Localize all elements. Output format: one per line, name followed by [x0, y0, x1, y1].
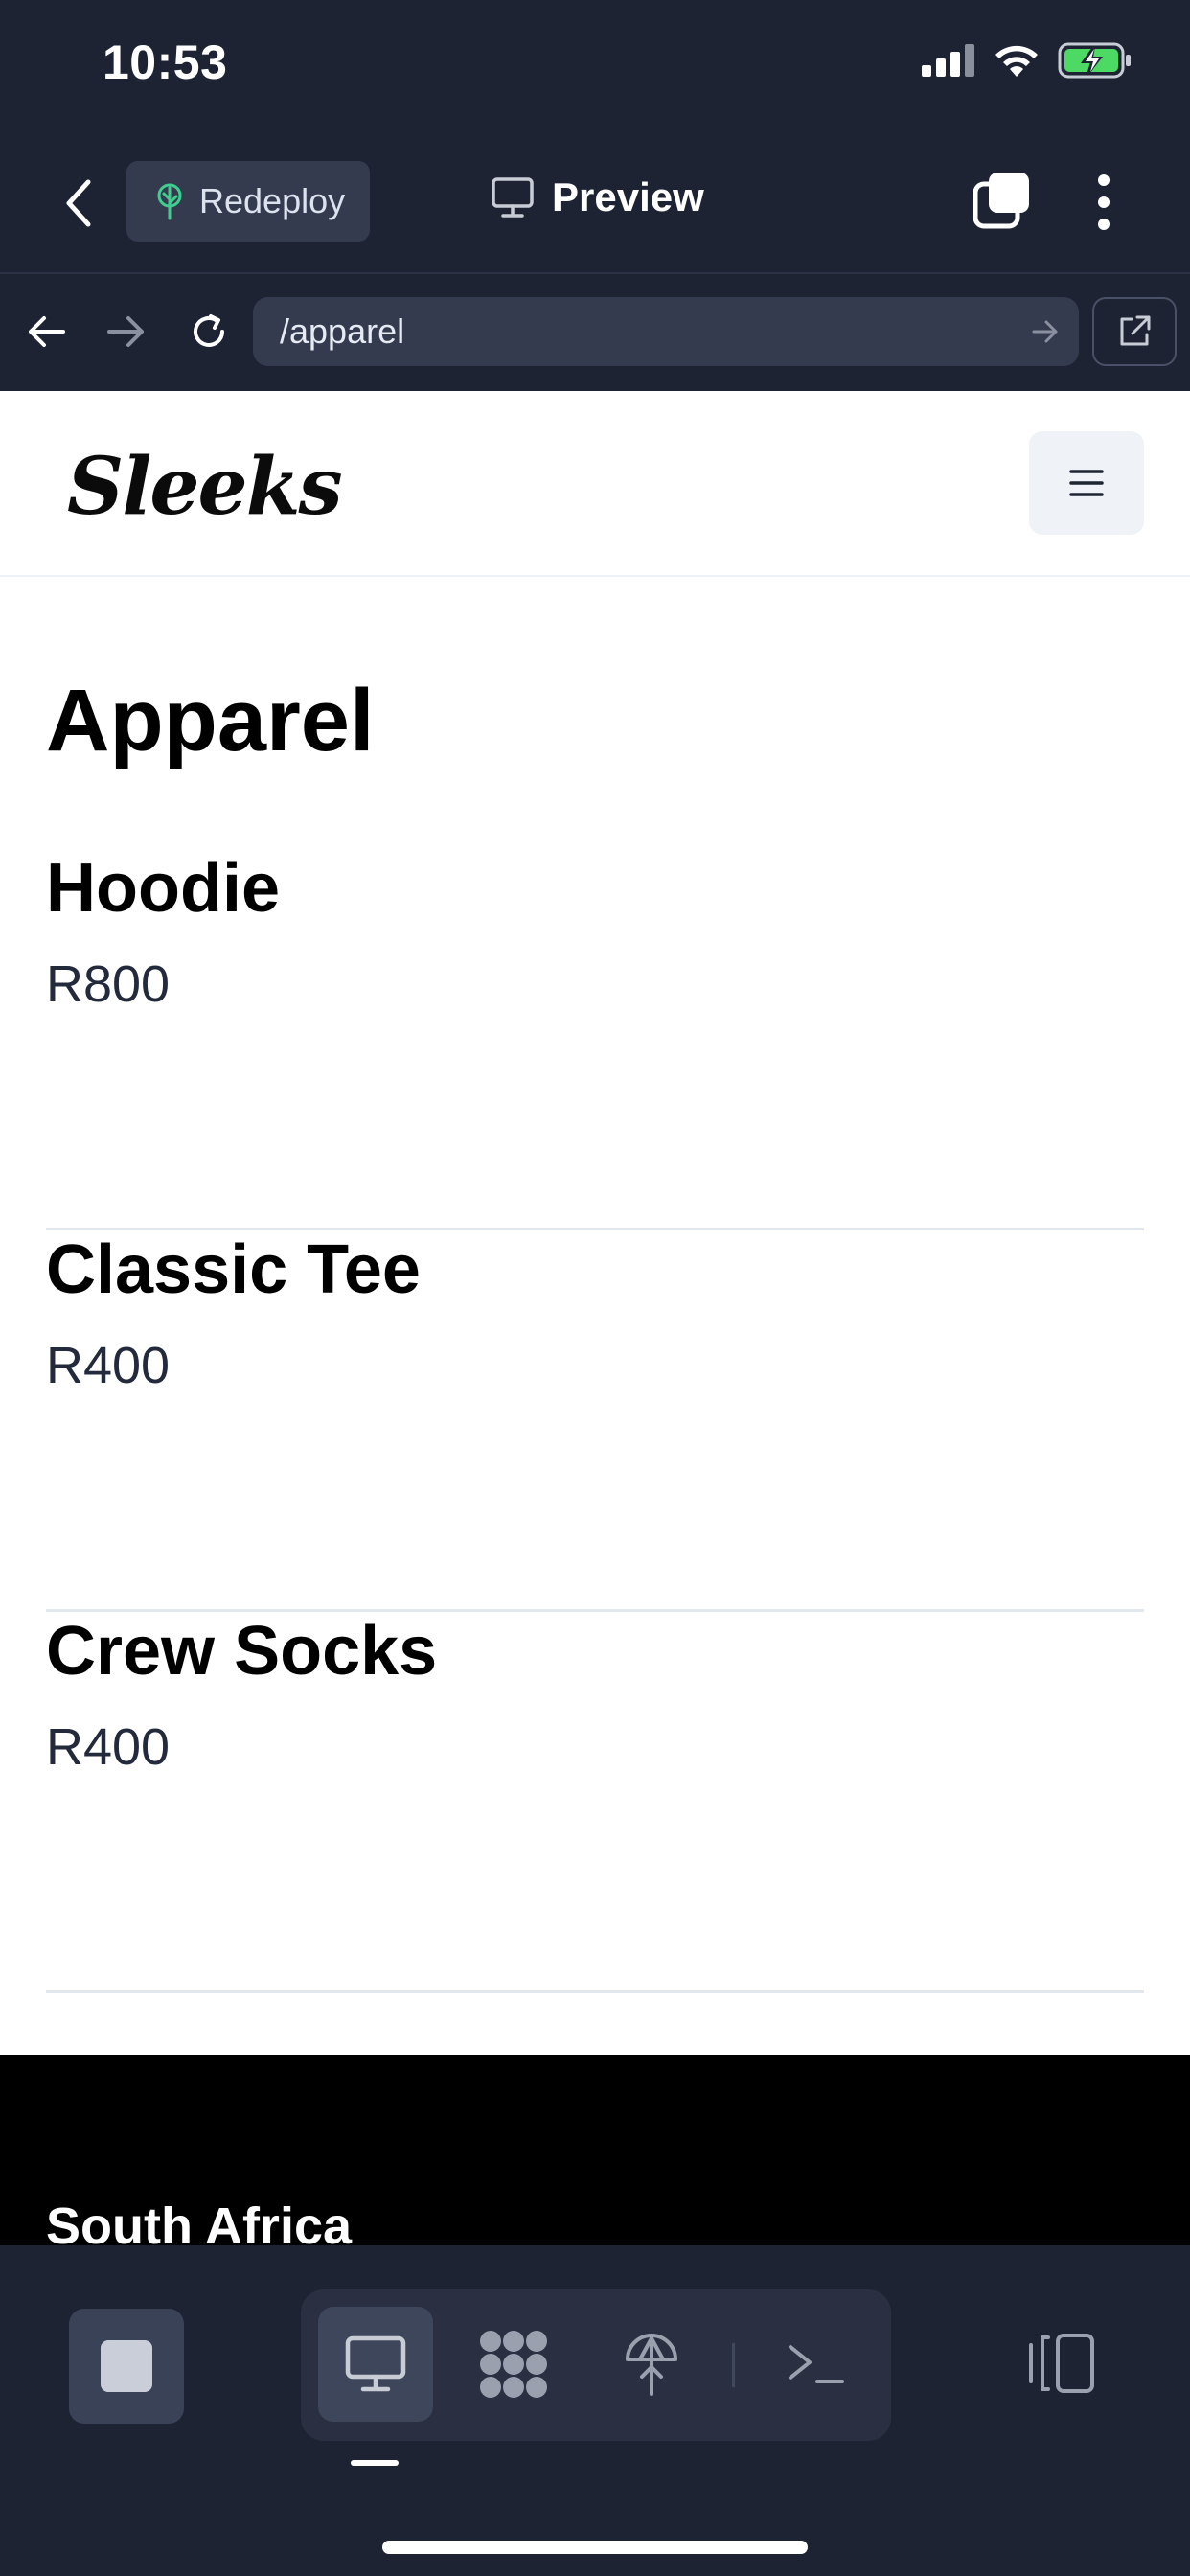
- tree-icon: [157, 183, 182, 220]
- reload-button[interactable]: [188, 310, 230, 357]
- device-layout-icon: [1029, 2334, 1094, 2393]
- product-price: R800: [46, 955, 171, 1013]
- tabs-icon: [973, 172, 1029, 229]
- url-input[interactable]: /apparel: [253, 297, 1079, 366]
- wifi-icon: [995, 45, 1038, 77]
- terminal-mode-button[interactable]: [759, 2307, 874, 2422]
- preview-title: Preview: [491, 174, 704, 220]
- device-toggle-button[interactable]: [1025, 2332, 1098, 2400]
- site-logo[interactable]: Sleeks: [67, 441, 343, 533]
- go-arrow-icon[interactable]: [1031, 318, 1060, 345]
- open-external-button[interactable]: [1092, 297, 1177, 366]
- mode-switcher: [301, 2289, 891, 2441]
- product-name: Crew Socks: [46, 1613, 438, 1690]
- monitor-icon: [345, 2335, 406, 2392]
- page-title: Apparel: [46, 672, 375, 770]
- site-footer: South Africa: [0, 2055, 1190, 2245]
- terminal-icon: [789, 2345, 844, 2383]
- stop-icon: [101, 2340, 152, 2392]
- footer-country: South Africa: [46, 2197, 353, 2245]
- more-vertical-icon: [1098, 174, 1110, 230]
- product-price: R400: [46, 1718, 171, 1776]
- hamburger-menu-button[interactable]: [1029, 431, 1144, 535]
- bottom-toolbar: [0, 2245, 1190, 2576]
- status-time: 10:53: [103, 35, 228, 89]
- product-item[interactable]: Classic Tee R400: [46, 1230, 1144, 1612]
- preview-label: Preview: [552, 174, 704, 219]
- back-button[interactable]: [56, 176, 103, 230]
- product-item[interactable]: Hoodie R800: [46, 849, 1144, 1230]
- redeploy-button[interactable]: Redeploy: [126, 161, 370, 242]
- url-text: /apparel: [280, 311, 405, 351]
- browser-forward-button[interactable]: [105, 312, 148, 356]
- battery-charging-icon: [1058, 42, 1131, 79]
- browser-toolbar: /apparel: [0, 274, 1190, 391]
- hamburger-icon: [1069, 470, 1104, 496]
- reload-icon: [194, 314, 224, 347]
- redeploy-label: Redeploy: [199, 181, 346, 220]
- external-link-icon: [1120, 315, 1151, 346]
- product-name: Hoodie: [46, 850, 280, 927]
- product-price: R400: [46, 1337, 171, 1394]
- home-indicator: [382, 2541, 808, 2554]
- status-icons: [922, 42, 1133, 79]
- site-header: Sleeks: [0, 391, 1190, 577]
- apps-icon: [480, 2331, 547, 2398]
- monitor-icon: [492, 177, 534, 218]
- preview-mode-button[interactable]: [318, 2307, 433, 2422]
- arrow-left-icon: [29, 316, 65, 347]
- arrow-right-icon: [107, 316, 144, 347]
- browser-back-button[interactable]: [25, 312, 67, 356]
- apps-mode-button[interactable]: [456, 2307, 571, 2422]
- cellular-signal-icon: [922, 44, 974, 77]
- webview: Sleeks Apparel Hoodie R800 Classic Tee R…: [0, 391, 1190, 2245]
- mode-divider: [732, 2343, 735, 2387]
- status-bar: 10:53: [0, 0, 1190, 130]
- tabs-button[interactable]: [972, 171, 1031, 230]
- more-options-button[interactable]: [1083, 172, 1125, 232]
- deploy-mode-button[interactable]: [594, 2307, 709, 2422]
- chevron-left-icon: [66, 179, 91, 227]
- active-mode-indicator: [351, 2460, 399, 2466]
- deploy-icon: [626, 2334, 677, 2396]
- stop-button[interactable]: [69, 2309, 184, 2424]
- product-name: Classic Tee: [46, 1231, 421, 1308]
- product-item[interactable]: Crew Socks R400: [46, 1612, 1144, 1993]
- app-header: Redeploy Preview: [0, 130, 1190, 274]
